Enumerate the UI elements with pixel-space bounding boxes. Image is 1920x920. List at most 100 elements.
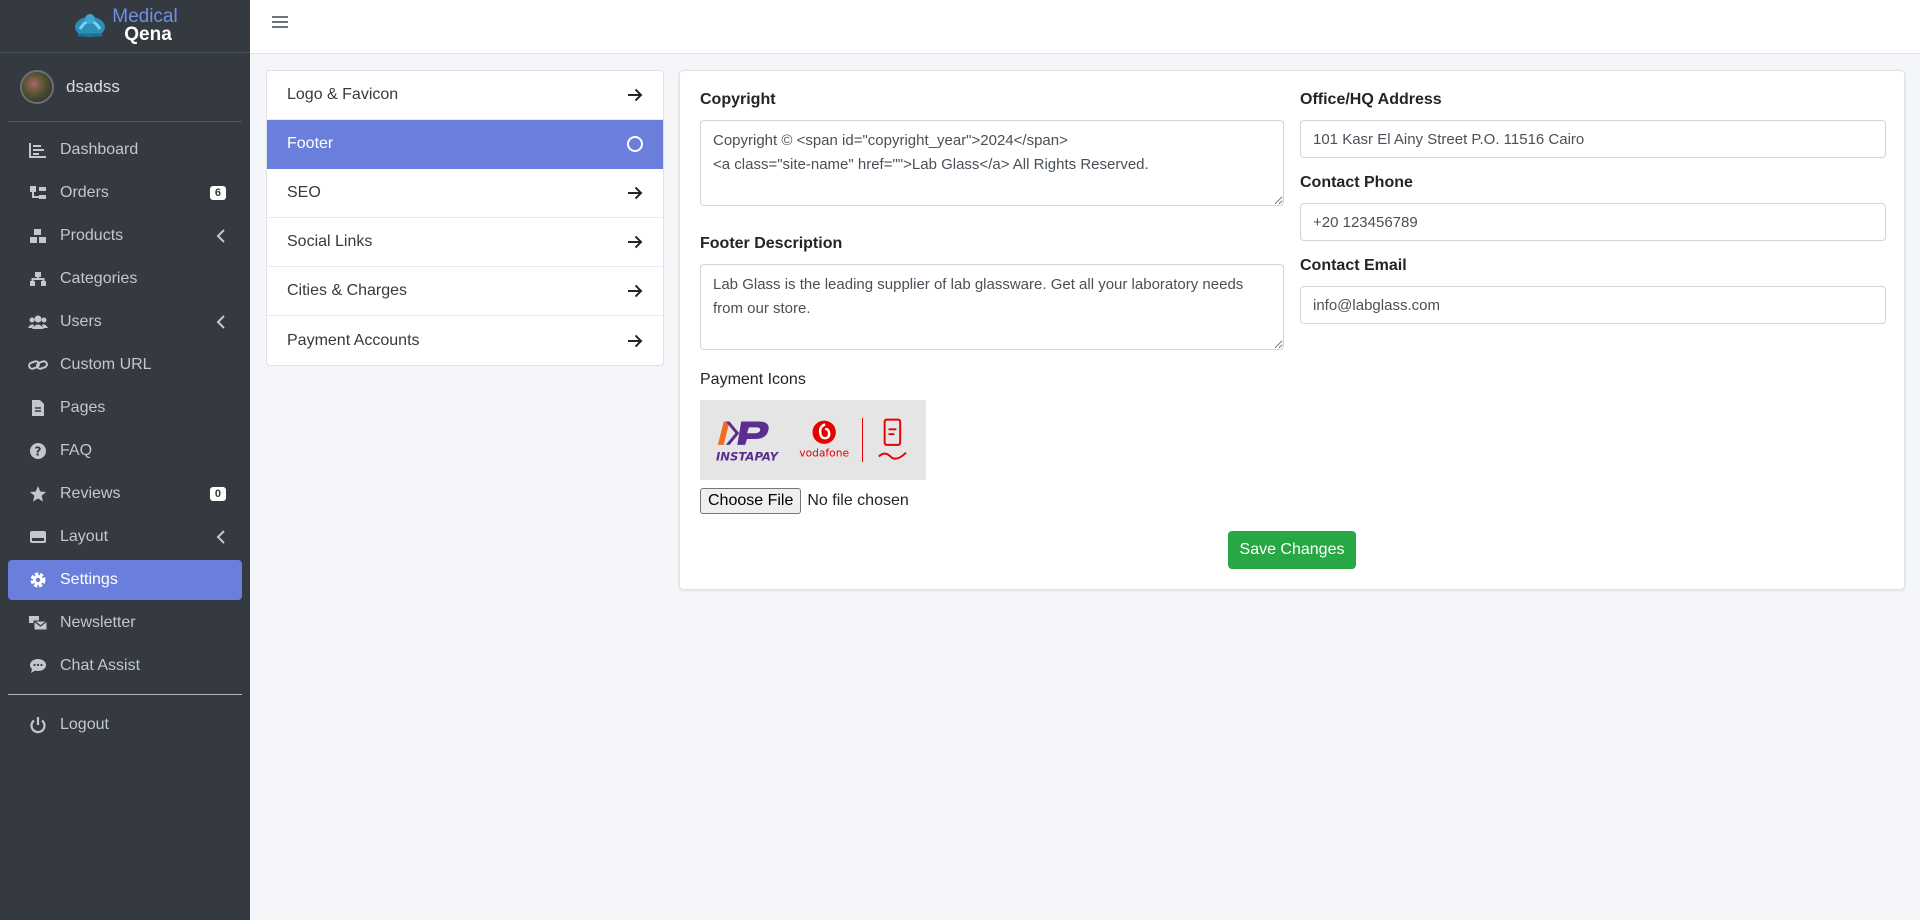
user-panel[interactable]: dsadss: [8, 53, 242, 122]
settings-menu-item-logo-favicon[interactable]: Logo & Favicon: [267, 71, 663, 120]
sidebar-item-settings[interactable]: Settings: [8, 560, 242, 600]
sidebar-item-custom-url[interactable]: Custom URL: [8, 345, 242, 385]
sidebar-item-pages[interactable]: Pages: [8, 388, 242, 428]
svg-text:INSTAPAY: INSTAPAY: [716, 449, 780, 463]
reviews-count-badge: 0: [209, 487, 226, 501]
sidebar-item-label: Layout: [60, 528, 109, 545]
users-icon: [28, 312, 48, 332]
arrow-right-icon: [628, 88, 643, 102]
orders-count-badge: 6: [209, 186, 226, 200]
chart-icon: [28, 140, 48, 160]
sidebar-item-chat-assist[interactable]: Chat Assist: [8, 646, 242, 686]
sidebar-item-label: Categories: [60, 270, 138, 287]
sidebar-item-label: Users: [60, 313, 102, 330]
sidebar-nav: Dashboard Orders 6 Products Categories U…: [0, 122, 250, 756]
hdd-icon: [28, 527, 48, 547]
brand-link[interactable]: Medical Qena: [0, 0, 250, 53]
user-name: dsadss: [66, 77, 120, 96]
sidebar-item-newsletter[interactable]: Newsletter: [8, 603, 242, 643]
settings-menu-label: Logo & Favicon: [287, 86, 399, 103]
vodafone-logo: vodafone: [799, 420, 849, 460]
avatar: [20, 70, 54, 104]
comment-icon: [28, 656, 48, 676]
sidebar-item-orders[interactable]: Orders 6: [8, 173, 242, 213]
sidebar: Medical Qena dsadss Dashboard Orders 6 P…: [0, 0, 250, 920]
settings-menu-item-cities-charges[interactable]: Cities & Charges: [267, 267, 663, 316]
sidebar-item-label: Chat Assist: [60, 657, 141, 674]
payment-icons-file-input: Choose File No file chosen: [700, 488, 1284, 514]
sidebar-item-products[interactable]: Products: [8, 216, 242, 256]
form-column-left: Copyright Copyright © <span id="copyrigh…: [700, 91, 1284, 514]
form-column-right: Office/HQ Address Contact Phone Contact …: [1300, 91, 1886, 324]
payment-logo-divider: [862, 418, 864, 462]
sidebar-item-logout[interactable]: Logout: [8, 705, 242, 745]
settings-menu-label: Cities & Charges: [287, 282, 408, 299]
sidebar-item-categories[interactable]: Categories: [8, 259, 242, 299]
save-changes-button[interactable]: Save Changes: [1228, 531, 1356, 569]
payment-icons-image: INSTAPAY vodafone: [700, 400, 926, 480]
star-icon: [28, 484, 48, 504]
sidebar-item-label: Products: [60, 227, 124, 244]
file-status-text: No file chosen: [807, 492, 909, 509]
settings-menu-label: Payment Accounts: [287, 331, 420, 349]
top-navbar: [250, 0, 1920, 54]
boxes-icon: [28, 226, 48, 246]
arrow-right-icon: [628, 284, 643, 298]
sidebar-item-label: Orders: [60, 184, 109, 201]
menu-toggle-icon[interactable]: [272, 16, 288, 32]
wallet-cash-logo: [878, 418, 907, 460]
link-icon: [28, 355, 48, 375]
sidebar-item-label: Settings: [60, 571, 118, 588]
sidebar-item-reviews[interactable]: Reviews 0: [8, 474, 242, 514]
sidebar-item-label: Custom URL: [60, 356, 152, 373]
sidebar-divider: [8, 694, 242, 695]
sidebar-item-label: FAQ: [60, 442, 93, 459]
choose-file-button[interactable]: Choose File: [700, 488, 802, 514]
contact-phone-input[interactable]: [1300, 203, 1886, 241]
sidebar-item-faq[interactable]: ? FAQ: [8, 431, 242, 471]
brand-name-line2: Qena: [124, 24, 172, 45]
file-icon: [28, 398, 48, 418]
arrow-right-icon: [628, 334, 643, 347]
svg-text:?: ?: [35, 445, 42, 459]
settings-menu-label: Social Links: [287, 233, 373, 250]
footer-description-label: Footer Description: [700, 235, 843, 252]
chevron-left-icon: [216, 315, 225, 329]
settings-menu-item-social-links[interactable]: Social Links: [267, 218, 663, 267]
address-label: Office/HQ Address: [1300, 91, 1442, 108]
payment-icons-label: Payment Icons: [700, 371, 806, 388]
copyright-textarea[interactable]: Copyright © <span id="copyright_year">20…: [700, 120, 1284, 206]
contact-email-input[interactable]: [1300, 286, 1886, 324]
copyright-label: Copyright: [700, 91, 776, 108]
sidebar-item-users[interactable]: Users: [8, 302, 242, 342]
address-input[interactable]: [1300, 120, 1886, 158]
sidebar-item-label: Dashboard: [60, 141, 139, 158]
sidebar-item-label: Logout: [60, 716, 109, 733]
settings-menu-item-seo[interactable]: SEO: [267, 169, 663, 218]
instapay-logo: INSTAPAY: [716, 421, 780, 463]
settings-menu-item-footer[interactable]: Footer: [267, 120, 663, 169]
orders-icon: [28, 183, 48, 203]
settings-menu-item-payment-accounts[interactable]: Payment Accounts: [267, 316, 663, 365]
settings-menu-label: Footer: [287, 135, 334, 152]
power-icon: [28, 715, 48, 735]
question-icon: ?: [28, 441, 48, 461]
chevron-left-icon: [216, 530, 225, 544]
settings-menu: Logo & Favicon Footer SEO Social Links C…: [266, 70, 664, 366]
sitemap-icon: [28, 269, 48, 289]
chevron-left-icon: [216, 229, 225, 243]
contact-phone-label: Contact Phone: [1300, 174, 1413, 191]
sidebar-item-label: Newsletter: [60, 614, 136, 631]
footer-description-textarea[interactable]: Lab Glass is the leading supplier of lab…: [700, 264, 1284, 350]
sidebar-item-dashboard[interactable]: Dashboard: [8, 130, 242, 170]
brand-logo-icon: [72, 7, 108, 46]
contact-email-label: Contact Email: [1300, 257, 1407, 274]
mail-bulk-icon: [28, 613, 48, 633]
footer-settings-card: Copyright Copyright © <span id="copyrigh…: [679, 70, 1905, 590]
arrow-right-icon: [628, 235, 643, 249]
arrow-right-icon: [628, 186, 643, 200]
svg-text:vodafone: vodafone: [799, 447, 849, 460]
sidebar-item-label: Pages: [60, 399, 106, 416]
gear-icon: [28, 570, 48, 590]
sidebar-item-layout[interactable]: Layout: [8, 517, 242, 557]
